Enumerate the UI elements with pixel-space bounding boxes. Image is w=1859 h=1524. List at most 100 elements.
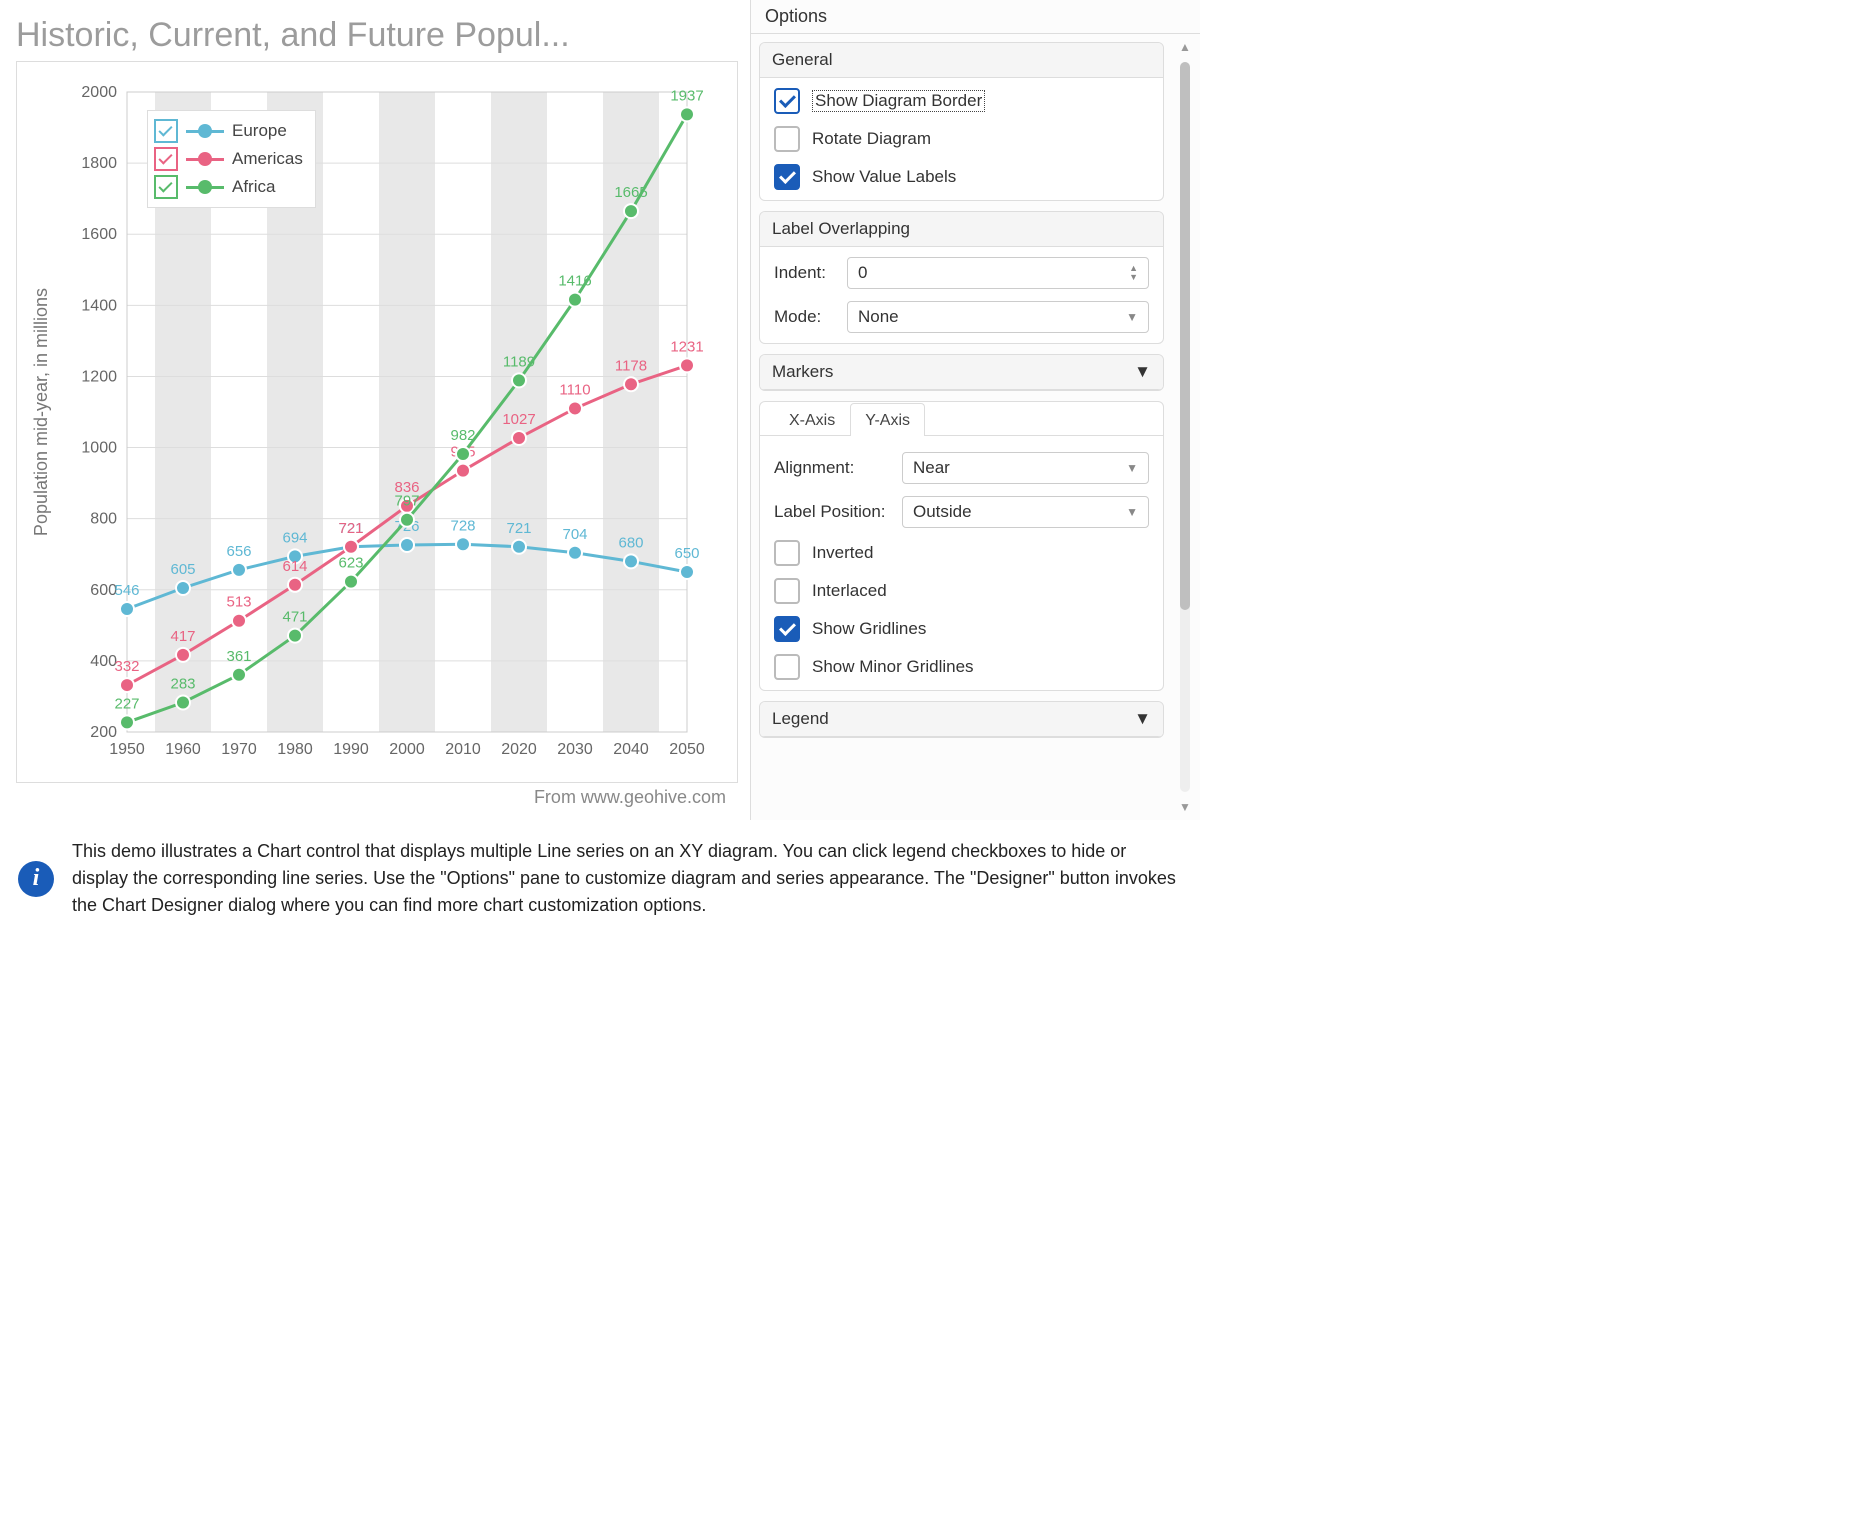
indent-spinbox[interactable]: 0 ▲▼ — [847, 257, 1149, 289]
svg-text:200: 200 — [90, 724, 117, 741]
group-legend[interactable]: Legend ▼ — [759, 701, 1164, 738]
svg-text:Population mid-year, in millio: Population mid-year, in millions — [31, 288, 51, 536]
checkbox-show-minor-gridlines[interactable] — [774, 654, 800, 680]
checkbox-interlaced[interactable] — [774, 578, 800, 604]
svg-text:1231: 1231 — [670, 338, 703, 355]
svg-text:1600: 1600 — [81, 226, 117, 243]
group-legend-title: Legend — [772, 709, 829, 729]
svg-text:1200: 1200 — [81, 368, 117, 385]
svg-text:1990: 1990 — [333, 741, 369, 758]
legend-marker-icon — [186, 180, 224, 194]
chevron-down-icon: ▼ — [1126, 310, 1138, 324]
svg-text:728: 728 — [450, 517, 475, 534]
alignment-select[interactable]: Near ▼ — [902, 452, 1149, 484]
svg-text:721: 721 — [506, 520, 531, 537]
labelpos-select[interactable]: Outside ▼ — [902, 496, 1149, 528]
chart-area: 2004006008001000120014001600180020001950… — [16, 61, 738, 783]
chart-panel: Historic, Current, and Future Popul... 2… — [0, 0, 750, 820]
legend-marker-icon — [186, 152, 224, 166]
chart-title: Historic, Current, and Future Popul... — [16, 16, 738, 55]
svg-text:704: 704 — [562, 526, 587, 543]
legend-item[interactable]: Africa — [154, 173, 303, 201]
svg-text:227: 227 — [114, 695, 139, 712]
options-scrollbar[interactable]: ▲ ▼ — [1170, 34, 1200, 820]
chart-legend: Europe Americas Africa — [147, 110, 316, 208]
scroll-thumb[interactable] — [1180, 62, 1190, 610]
svg-text:2000: 2000 — [81, 84, 117, 101]
indent-label: Indent: — [774, 263, 839, 283]
label-inverted: Inverted — [812, 543, 873, 563]
svg-text:471: 471 — [282, 609, 307, 626]
label-show-gridlines: Show Gridlines — [812, 619, 926, 639]
svg-text:721: 721 — [338, 520, 363, 537]
svg-text:800: 800 — [90, 511, 117, 528]
chevron-down-icon: ▼ — [1134, 362, 1151, 382]
svg-text:656: 656 — [226, 543, 251, 560]
svg-text:417: 417 — [170, 628, 195, 645]
checkbox-show-border[interactable] — [774, 88, 800, 114]
svg-text:1665: 1665 — [614, 184, 647, 201]
group-axis: X-Axis Y-Axis Alignment: Near ▼ — [759, 401, 1164, 691]
legend-item[interactable]: Americas — [154, 145, 303, 173]
legend-label: Americas — [232, 149, 303, 169]
svg-text:982: 982 — [450, 427, 475, 444]
svg-text:1970: 1970 — [221, 741, 257, 758]
svg-text:1027: 1027 — [502, 411, 535, 428]
svg-text:2000: 2000 — [389, 741, 425, 758]
group-label-overlap-title: Label Overlapping — [760, 212, 1163, 247]
svg-text:283: 283 — [170, 675, 195, 692]
label-show-value-labels: Show Value Labels — [812, 167, 956, 187]
svg-text:1000: 1000 — [81, 440, 117, 457]
svg-text:400: 400 — [90, 653, 117, 670]
scroll-down-icon[interactable]: ▼ — [1177, 798, 1193, 816]
group-markers-title: Markers — [772, 362, 833, 382]
legend-checkbox[interactable] — [154, 147, 178, 171]
checkbox-show-gridlines[interactable] — [774, 616, 800, 642]
checkbox-inverted[interactable] — [774, 540, 800, 566]
tab-x-axis[interactable]: X-Axis — [774, 403, 850, 436]
label-interlaced: Interlaced — [812, 581, 887, 601]
label-rotate: Rotate Diagram — [812, 129, 931, 149]
label-show-border: Show Diagram Border — [812, 90, 985, 112]
info-icon: i — [18, 861, 54, 897]
svg-text:1189: 1189 — [503, 353, 535, 370]
tab-y-axis[interactable]: Y-Axis — [850, 403, 925, 436]
svg-text:623: 623 — [338, 555, 363, 572]
legend-checkbox[interactable] — [154, 175, 178, 199]
spinbox-arrows-icon[interactable]: ▲▼ — [1129, 264, 1138, 282]
svg-text:2010: 2010 — [445, 741, 481, 758]
scroll-track[interactable] — [1180, 62, 1190, 792]
svg-text:614: 614 — [282, 558, 307, 575]
label-show-minor-gridlines: Show Minor Gridlines — [812, 657, 974, 677]
options-title: Options — [751, 0, 1200, 34]
mode-label: Mode: — [774, 307, 839, 327]
legend-item[interactable]: Europe — [154, 117, 303, 145]
scroll-up-icon[interactable]: ▲ — [1177, 38, 1193, 56]
legend-checkbox[interactable] — [154, 119, 178, 143]
checkbox-rotate[interactable] — [774, 126, 800, 152]
svg-text:605: 605 — [170, 561, 195, 578]
legend-label: Africa — [232, 177, 275, 197]
group-markers[interactable]: Markers ▼ — [759, 354, 1164, 391]
checkbox-show-value-labels[interactable] — [774, 164, 800, 190]
svg-text:1110: 1110 — [559, 381, 590, 398]
legend-label: Europe — [232, 121, 287, 141]
svg-text:332: 332 — [114, 658, 139, 675]
svg-text:1178: 1178 — [615, 357, 647, 374]
group-general-title: General — [760, 43, 1163, 78]
labelpos-label: Label Position: — [774, 502, 894, 522]
chart-svg: 2004006008001000120014001600180020001950… — [17, 62, 707, 782]
mode-select[interactable]: None ▼ — [847, 301, 1149, 333]
svg-text:2020: 2020 — [501, 741, 537, 758]
options-panel: Options General Show Diagram Border — [750, 0, 1200, 820]
chart-subtitle: From www.geohive.com — [16, 783, 738, 812]
svg-text:694: 694 — [282, 529, 307, 546]
svg-text:797: 797 — [394, 493, 419, 510]
svg-text:650: 650 — [674, 545, 699, 562]
svg-text:600: 600 — [90, 582, 117, 599]
svg-text:1937: 1937 — [670, 87, 703, 104]
info-text: This demo illustrates a Chart control th… — [72, 838, 1176, 919]
alignment-label: Alignment: — [774, 458, 894, 478]
legend-marker-icon — [186, 124, 224, 138]
svg-text:2040: 2040 — [613, 741, 649, 758]
